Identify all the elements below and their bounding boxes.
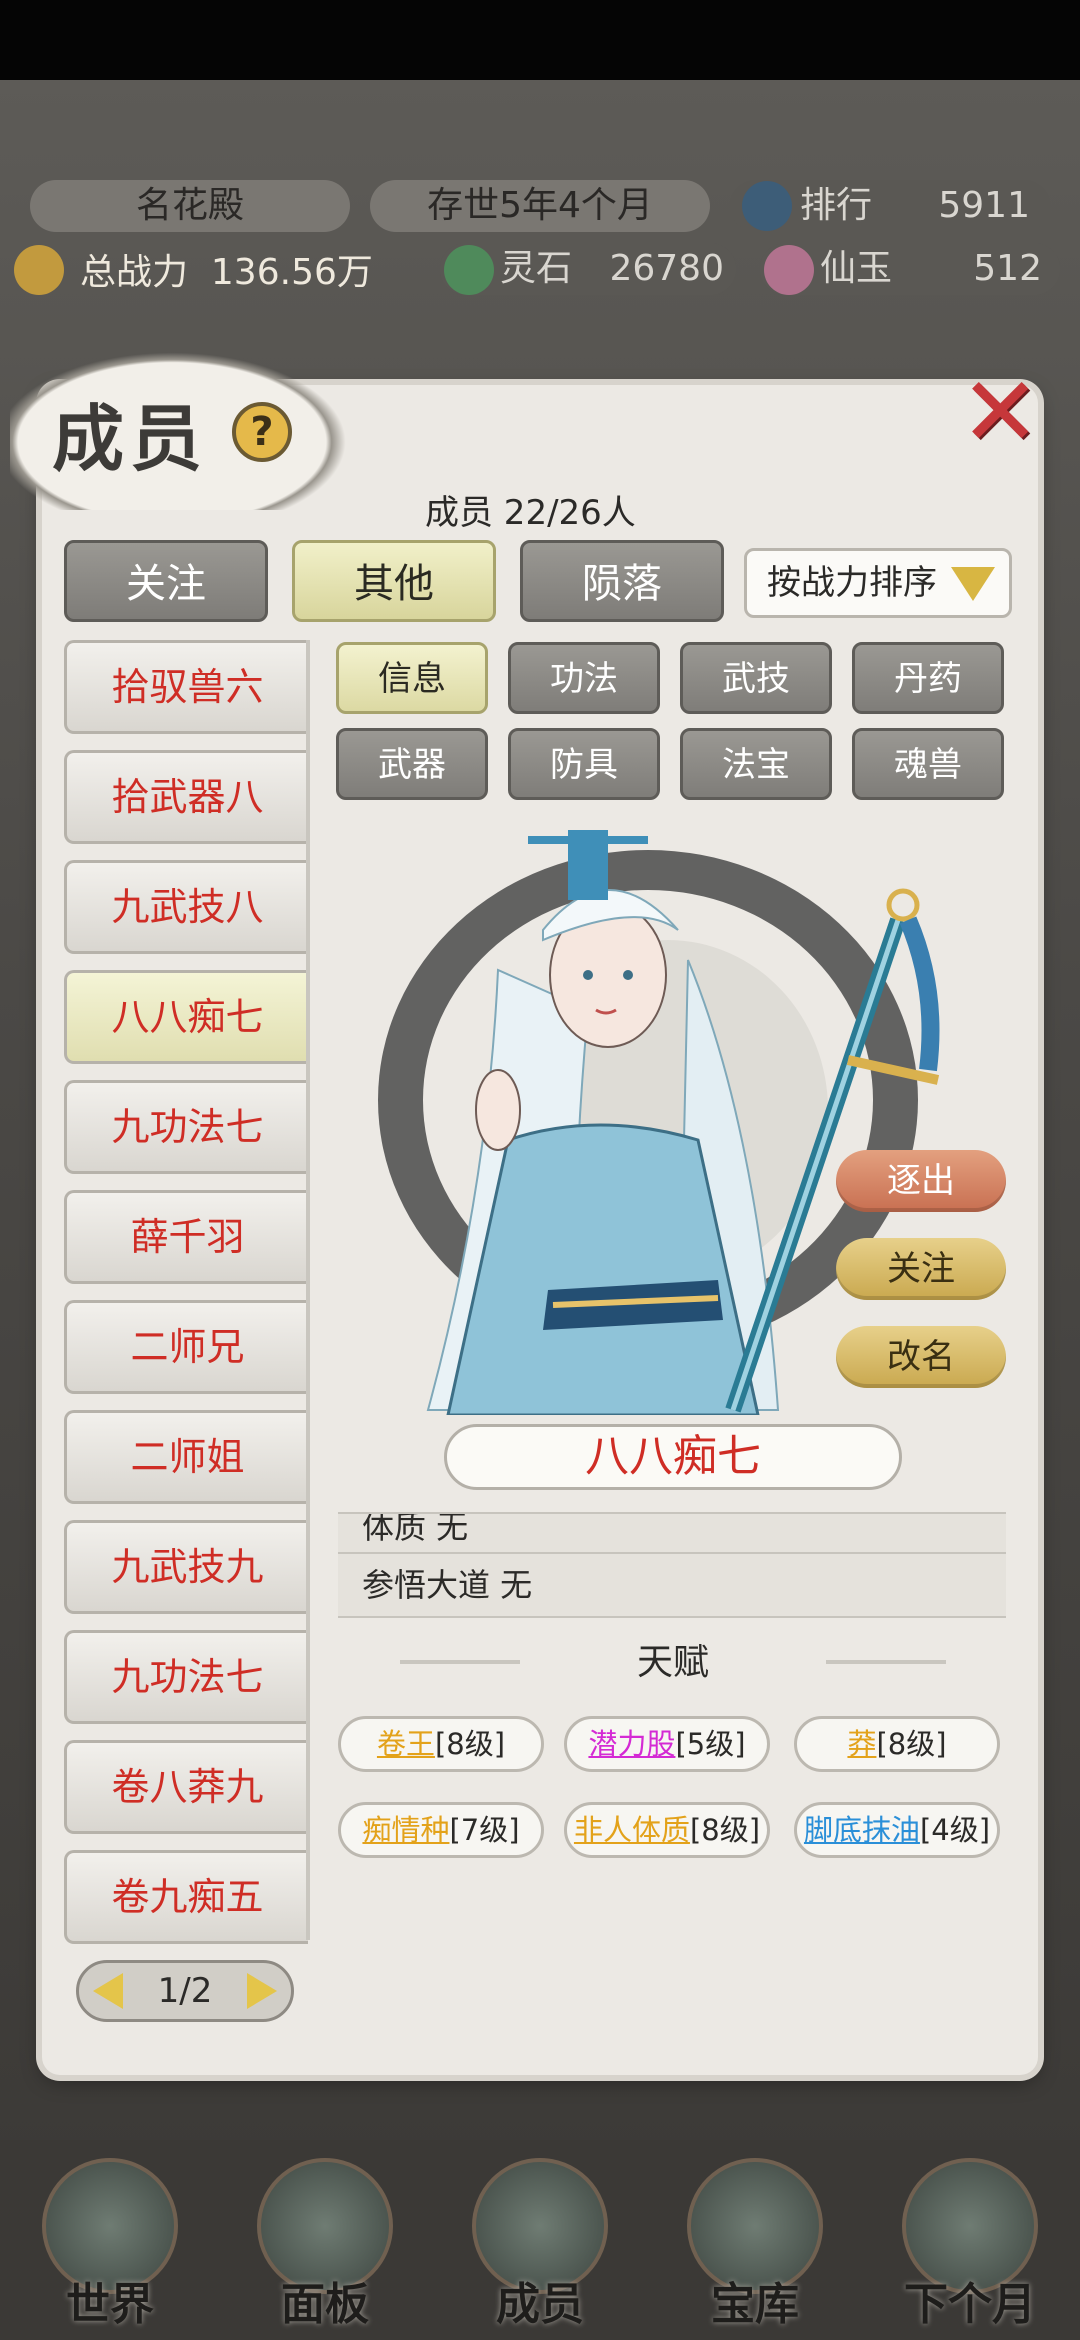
pager: 1/2 (76, 1960, 294, 2022)
top-info-bar: 名花殿 存世5年4个月 排行 5911 总战力 136.56万 灵石 26780… (0, 165, 1080, 305)
spirit-stone-label: 灵石 (500, 248, 573, 289)
next-page-icon[interactable] (247, 1973, 277, 2009)
existence-time: 存世5年4个月 (370, 180, 710, 232)
member-item[interactable]: 卷八莽九 (64, 1740, 308, 1834)
chevron-down-icon (951, 567, 995, 601)
member-item[interactable]: 拾武器八 (64, 750, 308, 844)
dialog-title: 成员 (52, 396, 209, 481)
talent-badge[interactable]: 痴情种[7级] (338, 1802, 544, 1858)
talent-level: [8级] (434, 1727, 506, 1761)
nav-panel[interactable]: 面板 (235, 2140, 415, 2340)
character-portrait (378, 830, 940, 1415)
nav-label: 世界 (66, 2279, 154, 2330)
member-item[interactable]: 九武技八 (64, 860, 308, 954)
nav-next-month[interactable]: 下个月 (880, 2140, 1060, 2340)
talent-name: 莽 (847, 1727, 877, 1761)
filter-other-button[interactable]: 其他 (292, 540, 496, 622)
talent-title: 天赋 (636, 1642, 709, 1683)
rename-button[interactable]: 改名 (836, 1326, 1006, 1388)
rank-value: 5911 (938, 185, 1030, 226)
spirit-stone-icon (444, 245, 494, 295)
talent-badge[interactable]: 脚底抹油[4级] (794, 1802, 1000, 1858)
member-item[interactable]: 拾驭兽六 (64, 640, 308, 734)
rank-icon (742, 181, 792, 231)
talent-divider-right (826, 1660, 946, 1664)
talent-name: 脚底抹油 (803, 1813, 920, 1847)
tab-soul-beast[interactable]: 魂兽 (852, 728, 1004, 800)
talent-level: [8级] (689, 1813, 761, 1847)
info-constitution: 体质 无 (362, 1512, 469, 1546)
sort-dropdown[interactable]: 按战力排序 (744, 548, 1012, 618)
jade-label: 仙玉 (820, 248, 893, 289)
talent-name: 潜力股 (588, 1727, 676, 1761)
talent-name: 痴情种 (362, 1813, 450, 1847)
tab-info[interactable]: 信息 (336, 642, 488, 714)
member-item[interactable]: 薛千羽 (64, 1190, 308, 1284)
talent-divider-left (400, 1660, 520, 1664)
filter-fallen-button[interactable]: 陨落 (520, 540, 724, 622)
talent-level: [5级] (675, 1727, 746, 1761)
nav-label: 面板 (281, 2279, 369, 2330)
nav-label: 下个月 (904, 2279, 1036, 2330)
nav-world[interactable]: 世界 (20, 2140, 200, 2340)
member-item[interactable]: 九功法七 (64, 1080, 308, 1174)
tab-weapon[interactable]: 武器 (336, 728, 488, 800)
follow-button[interactable]: 关注 (836, 1238, 1006, 1300)
info-divider (338, 1552, 1006, 1554)
sect-name: 名花殿 (30, 180, 350, 232)
member-item-selected[interactable]: 八八痴七 (64, 970, 308, 1064)
nav-members[interactable]: 成员 (450, 2140, 630, 2340)
talent-badge[interactable]: 卷王[8级] (338, 1716, 544, 1772)
sort-label: 按战力排序 (767, 563, 937, 603)
power-label: 总战力 (80, 252, 189, 293)
tab-pill[interactable]: 丹药 (852, 642, 1004, 714)
talent-name: 卷王 (376, 1727, 435, 1761)
talent-badge[interactable]: 莽[8级] (794, 1716, 1000, 1772)
nav-treasury[interactable]: 宝库 (665, 2140, 845, 2340)
info-dao: 参悟大道 无 (362, 1566, 533, 1604)
talent-level: [4级] (919, 1813, 991, 1847)
member-info-box: 体质 无 参悟大道 无 (338, 1512, 1006, 1618)
nav-label: 成员 (496, 2279, 584, 2330)
talent-level: [7级] (449, 1813, 520, 1847)
member-item[interactable]: 二师姐 (64, 1410, 308, 1504)
member-item[interactable]: 九功法七 (64, 1630, 308, 1724)
filter-follow-button[interactable]: 关注 (64, 540, 268, 622)
power-value: 136.56万 (210, 252, 373, 293)
power-icon (14, 245, 64, 295)
talent-badge[interactable]: 潜力股[5级] (564, 1716, 770, 1772)
nav-label: 宝库 (711, 2279, 799, 2330)
member-item[interactable]: 九武技九 (64, 1520, 308, 1614)
total-power: 总战力 136.56万 (80, 243, 373, 295)
talent-name: 非人体质 (573, 1813, 690, 1847)
tab-artifact[interactable]: 法宝 (680, 728, 832, 800)
tab-armor[interactable]: 防具 (508, 728, 660, 800)
talent-level: [8级] (876, 1727, 947, 1761)
selected-member-name: 八八痴七 (444, 1424, 902, 1490)
tab-technique[interactable]: 功法 (508, 642, 660, 714)
jade-icon (764, 245, 814, 295)
help-icon[interactable]: ? (232, 402, 292, 462)
member-item[interactable]: 二师兄 (64, 1300, 308, 1394)
list-divider (306, 640, 310, 1940)
expel-button[interactable]: 逐出 (836, 1150, 1006, 1212)
jade-value: 512 (973, 248, 1042, 289)
tab-martial-skill[interactable]: 武技 (680, 642, 832, 714)
bottom-nav: 世界 面板 成员 宝库 下个月 (0, 2140, 1080, 2340)
spirit-stone-value: 26780 (609, 248, 724, 289)
close-icon[interactable]: ✕ (960, 364, 1040, 460)
status-bar (0, 0, 1080, 80)
member-count: 成员 22/26人 (425, 493, 636, 533)
rank-label: 排行 (800, 185, 873, 226)
talent-badge[interactable]: 非人体质[8级] (564, 1802, 770, 1858)
member-item[interactable]: 卷九痴五 (64, 1850, 308, 1944)
